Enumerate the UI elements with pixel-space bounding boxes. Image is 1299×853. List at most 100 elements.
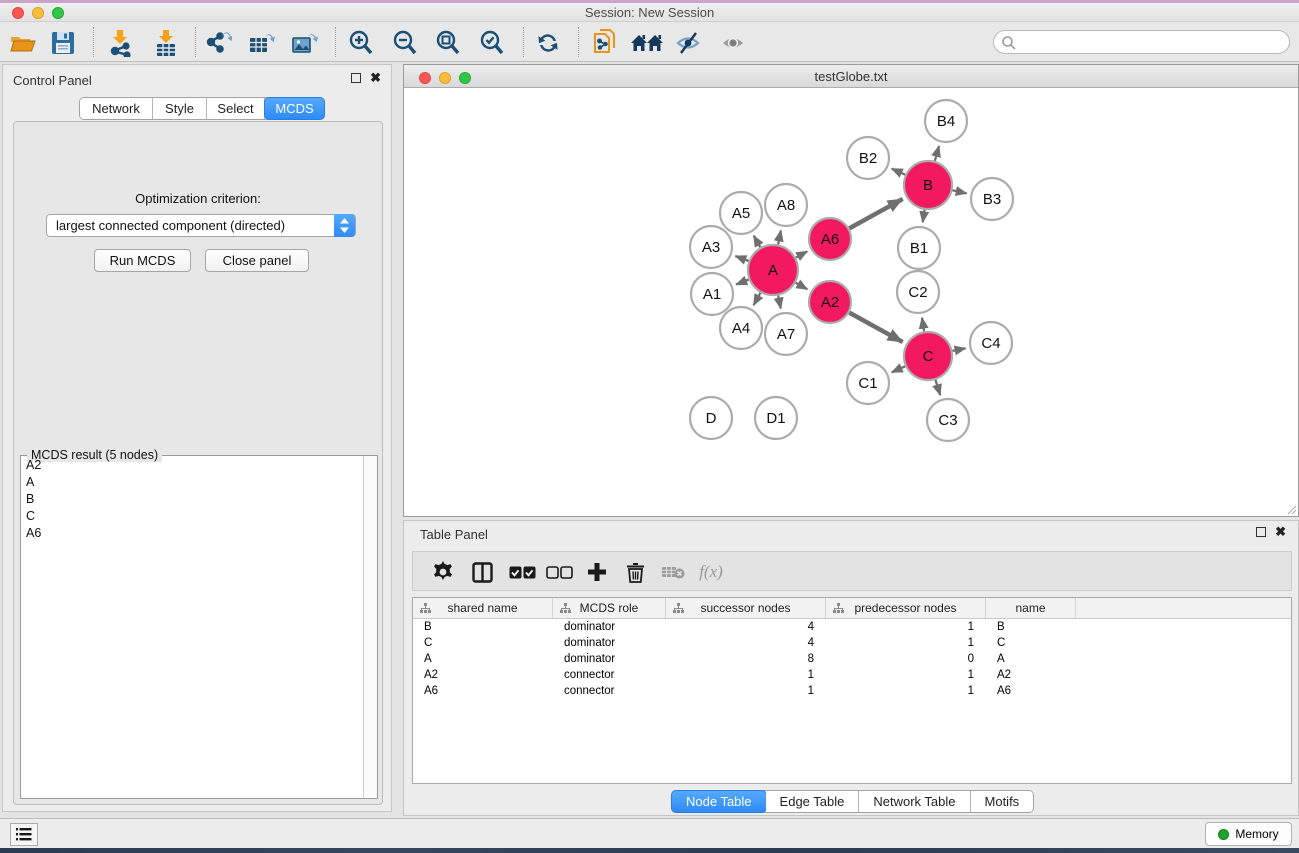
graph-edge-C-C1[interactable] bbox=[892, 366, 906, 372]
float-panel-icon[interactable] bbox=[351, 73, 361, 83]
graph-edge-A-A7[interactable] bbox=[778, 296, 781, 309]
hide-details-button[interactable] bbox=[672, 26, 708, 60]
tab-mcds[interactable]: MCDS bbox=[264, 97, 325, 120]
table-row-b[interactable]: Bdominator41B bbox=[413, 619, 1291, 635]
graph-node-C2[interactable]: C2 bbox=[897, 271, 939, 313]
export-network-button[interactable] bbox=[200, 26, 236, 60]
graph-node-A6[interactable]: A6 bbox=[809, 218, 851, 260]
float-panel-icon[interactable] bbox=[1256, 527, 1266, 537]
tab-network-table[interactable]: Network Table bbox=[859, 791, 970, 812]
graph-edge-A-A2[interactable] bbox=[796, 283, 808, 290]
graph-edge-A6-B[interactable] bbox=[849, 199, 902, 228]
column-header-mcds-role[interactable]: MCDS role bbox=[553, 598, 666, 618]
graph-edge-A-A3[interactable] bbox=[735, 256, 748, 261]
graph-edge-A2-C[interactable] bbox=[849, 313, 902, 342]
table-row-a[interactable]: Adominator80A bbox=[413, 651, 1291, 667]
graph-edge-C-C3[interactable] bbox=[936, 380, 941, 395]
search-input[interactable] bbox=[1020, 32, 1284, 52]
graph-edge-B-B2[interactable] bbox=[892, 169, 906, 175]
export-table-button[interactable] bbox=[244, 26, 280, 60]
graph-edge-A-A8[interactable] bbox=[778, 231, 781, 245]
graph-node-B2[interactable]: B2 bbox=[847, 137, 889, 179]
close-panel-icon[interactable]: ✖ bbox=[370, 73, 381, 83]
table-row-c[interactable]: Cdominator41C bbox=[413, 635, 1291, 651]
save-session-button[interactable] bbox=[45, 26, 81, 60]
table-settings-button[interactable] bbox=[426, 555, 460, 589]
graph-edge-A-A4[interactable] bbox=[754, 293, 761, 305]
tab-style[interactable]: Style bbox=[153, 98, 207, 119]
graph-node-A1[interactable]: A1 bbox=[691, 273, 733, 315]
graph-node-B4[interactable]: B4 bbox=[925, 100, 967, 142]
table-row-a2[interactable]: A2connector11A2 bbox=[413, 667, 1291, 683]
network-canvas[interactable]: B4 B2 B B3 A8A5 A6 A3 B1 A C2 A1 A2 A4A7 C4 C C1 D D1 C3 bbox=[404, 88, 1298, 516]
column-header-shared-name[interactable]: shared name bbox=[413, 598, 553, 618]
result-item-a6[interactable]: A6 bbox=[21, 525, 363, 542]
graph-node-C3[interactable]: C3 bbox=[927, 399, 969, 441]
graph-node-A4[interactable]: A4 bbox=[720, 307, 762, 349]
graph-node-A2[interactable]: A2 bbox=[809, 281, 851, 323]
graph-node-C4[interactable]: C4 bbox=[970, 322, 1012, 364]
homes-button[interactable] bbox=[629, 26, 665, 60]
add-row-button[interactable] bbox=[580, 555, 614, 589]
column-header-predecessor-nodes[interactable]: predecessor nodes bbox=[826, 598, 986, 618]
zoom-in-button[interactable] bbox=[343, 26, 379, 60]
zoom-fit-button[interactable] bbox=[430, 26, 466, 60]
graph-edge-A-A1[interactable] bbox=[736, 280, 749, 285]
resize-grip-icon[interactable] bbox=[1285, 503, 1297, 515]
graph-node-A8[interactable]: A8 bbox=[765, 184, 807, 226]
result-item-b[interactable]: B bbox=[21, 491, 363, 508]
graph-edge-C-C4[interactable] bbox=[953, 348, 966, 351]
tab-node-table[interactable]: Node Table bbox=[671, 790, 767, 813]
zoom-selected-button[interactable] bbox=[474, 26, 510, 60]
import-network-button[interactable] bbox=[102, 26, 138, 60]
memory-button[interactable]: Memory bbox=[1205, 822, 1292, 846]
cell-name: A2 bbox=[986, 667, 1076, 683]
graph-node-C[interactable]: C bbox=[904, 332, 952, 380]
delete-row-button[interactable] bbox=[618, 555, 652, 589]
graph-edge-C-C2[interactable] bbox=[922, 318, 924, 332]
graph-node-A3[interactable]: A3 bbox=[690, 226, 732, 268]
open-session-button[interactable] bbox=[5, 26, 41, 60]
result-scrollbar[interactable] bbox=[363, 456, 377, 798]
export-image-button[interactable] bbox=[287, 26, 323, 60]
clear-table-button[interactable] bbox=[656, 555, 690, 589]
tab-network[interactable]: Network bbox=[80, 98, 153, 119]
close-panel-button[interactable]: Close panel bbox=[205, 249, 309, 272]
column-header-name[interactable]: name bbox=[986, 598, 1076, 618]
close-panel-icon[interactable]: ✖ bbox=[1275, 527, 1286, 537]
graph-node-A7[interactable]: A7 bbox=[765, 313, 807, 355]
show-columns-button[interactable] bbox=[465, 555, 499, 589]
duplicate-network-button[interactable] bbox=[587, 26, 623, 60]
graph-node-C1[interactable]: C1 bbox=[847, 362, 889, 404]
tab-edge-table[interactable]: Edge Table bbox=[766, 791, 860, 812]
graph-node-A[interactable]: A bbox=[748, 245, 798, 295]
result-item-c[interactable]: C bbox=[21, 508, 363, 525]
column-header-successor-nodes[interactable]: successor nodes bbox=[666, 598, 826, 618]
graph-node-A5[interactable]: A5 bbox=[720, 192, 762, 234]
graph-node-B[interactable]: B bbox=[904, 161, 952, 209]
show-details-button[interactable] bbox=[716, 26, 752, 60]
graph-edge-A-A6[interactable] bbox=[796, 251, 807, 257]
function-builder-button[interactable]: f(x) bbox=[694, 555, 728, 589]
graph-node-D[interactable]: D bbox=[690, 397, 732, 439]
table-row-a6[interactable]: A6connector11A6 bbox=[413, 683, 1291, 699]
graph-node-B3[interactable]: B3 bbox=[971, 178, 1013, 220]
graph-node-D1[interactable]: D1 bbox=[755, 397, 797, 439]
graph-edge-B-B1[interactable] bbox=[923, 210, 925, 223]
task-history-button[interactable] bbox=[10, 823, 38, 846]
refresh-button[interactable] bbox=[530, 26, 566, 60]
import-table-button[interactable] bbox=[148, 26, 184, 60]
select-all-button[interactable] bbox=[505, 555, 539, 589]
zoom-out-button[interactable] bbox=[387, 26, 423, 60]
graph-edge-B-B3[interactable] bbox=[952, 190, 966, 193]
run-mcds-button[interactable]: Run MCDS bbox=[94, 249, 191, 272]
optimization-criterion-dropdown[interactable]: largest connected component (directed) bbox=[46, 214, 356, 237]
graph-edge-A-A5[interactable] bbox=[754, 236, 761, 248]
tab-select[interactable]: Select bbox=[207, 98, 265, 119]
result-item-a2[interactable]: A2 bbox=[21, 457, 363, 474]
result-item-a[interactable]: A bbox=[21, 474, 363, 491]
tab-motifs[interactable]: Motifs bbox=[971, 791, 1034, 812]
deselect-all-button[interactable] bbox=[542, 555, 576, 589]
graph-edge-B-B4[interactable] bbox=[935, 146, 939, 161]
graph-node-B1[interactable]: B1 bbox=[898, 227, 940, 269]
